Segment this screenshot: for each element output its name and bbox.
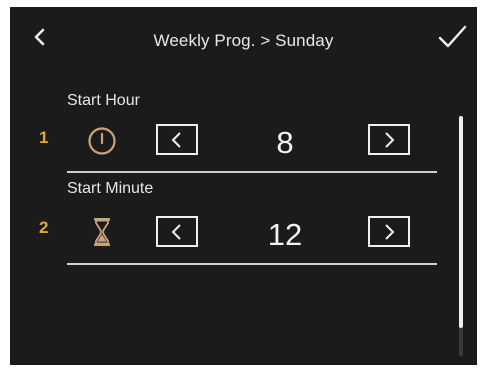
scrollbar-thumb[interactable] <box>459 116 463 328</box>
start-hour-value: 8 <box>276 125 294 160</box>
page-title: Weekly Prog. > Sunday <box>153 31 334 50</box>
hourglass-icon <box>94 218 110 246</box>
confirm-button[interactable] <box>435 23 469 51</box>
start-minute-decrement-button[interactable] <box>156 216 198 247</box>
start-hour-label: Start Hour <box>67 92 140 109</box>
row-divider <box>67 171 437 173</box>
start-minute-value: 12 <box>267 217 303 252</box>
chevron-right-icon <box>385 131 395 148</box>
start-minute-increment-button[interactable] <box>368 216 410 247</box>
chevron-left-icon <box>171 131 181 148</box>
chevron-right-icon <box>385 223 395 240</box>
screen: Weekly Prog. > Sunday Start Hour 1 8 Sta… <box>10 7 477 365</box>
scrollbar[interactable] <box>459 116 463 356</box>
chevron-left-icon <box>171 223 181 240</box>
row-divider <box>67 263 437 265</box>
checkmark-icon <box>438 25 467 48</box>
start-minute-label: Start Minute <box>67 180 154 197</box>
chevron-left-icon <box>34 28 45 46</box>
row-number-1: 1 <box>39 128 49 147</box>
row-number-2: 2 <box>39 218 49 237</box>
start-hour-increment-button[interactable] <box>368 124 410 155</box>
clock-icon <box>88 127 116 155</box>
back-button[interactable] <box>28 25 52 49</box>
start-hour-decrement-button[interactable] <box>156 124 198 155</box>
